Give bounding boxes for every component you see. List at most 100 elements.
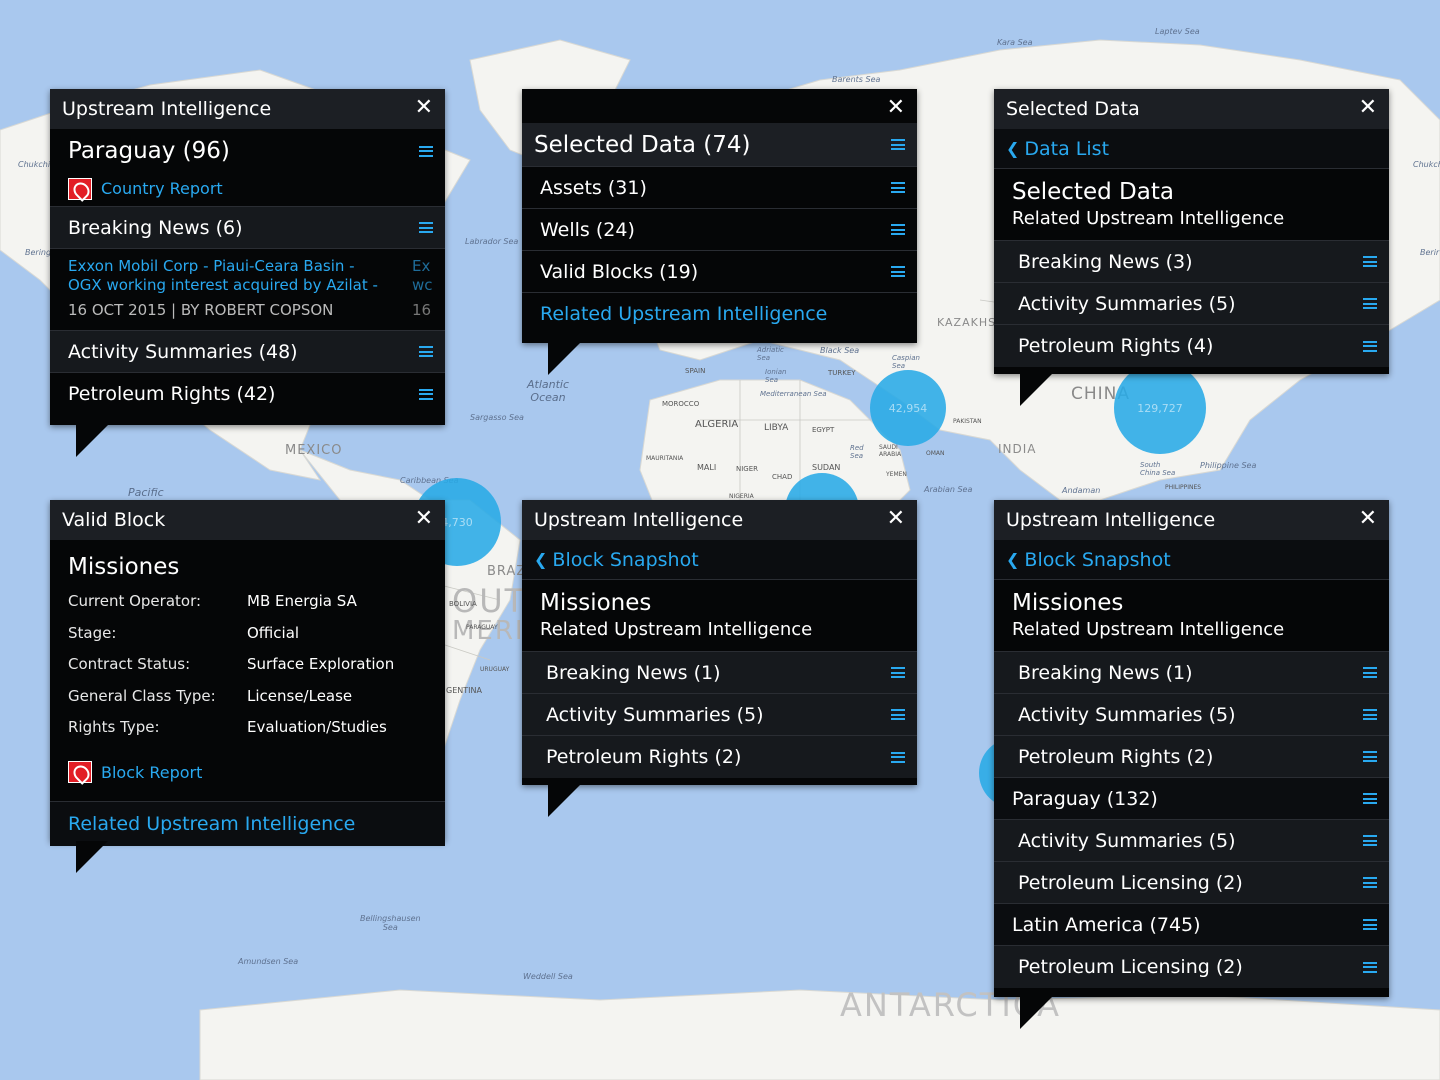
valid-block-panel: Valid Block ✕ Missiones Current Operator… <box>50 500 445 873</box>
breaking-news-row[interactable]: Breaking News (3) <box>994 241 1389 283</box>
detail-value: MB Energia SA <box>247 592 357 610</box>
chevron-left-icon: ❮ <box>534 550 548 569</box>
latin-america-label: Latin America (745) <box>1012 913 1201 936</box>
selected-data-title: Selected Data (74) <box>534 131 751 158</box>
menu-icon[interactable] <box>419 346 433 357</box>
back-link[interactable]: ❮ Data List <box>994 129 1389 169</box>
menu-icon[interactable] <box>891 667 905 678</box>
close-icon[interactable]: ✕ <box>887 95 905 120</box>
news-next-title[interactable]: Ex wc <box>412 257 433 295</box>
menu-icon[interactable] <box>891 182 905 193</box>
breaking-news-row[interactable]: Breaking News (1) <box>994 652 1389 694</box>
petroleum-rights-row[interactable]: Petroleum Rights (4) <box>994 325 1389 367</box>
petroleum-rights-row[interactable]: Petroleum Rights (2) <box>522 736 917 778</box>
menu-icon[interactable] <box>1363 298 1377 309</box>
map-label-spain: SPAIN <box>685 367 706 375</box>
back-link[interactable]: ❮ Block Snapshot <box>994 540 1389 580</box>
callout-pointer <box>1020 374 1052 406</box>
paraguay-licensing-label: Petroleum Licensing (2) <box>1018 871 1243 894</box>
news-next-meta: 16 <box>412 301 432 319</box>
close-icon[interactable]: ✕ <box>415 506 433 531</box>
country-title-row[interactable]: Paraguay (96) <box>50 131 445 171</box>
back-link[interactable]: ❮ Block Snapshot <box>522 540 917 580</box>
map-label-south-china-sea: South China Sea <box>1140 461 1176 477</box>
selected-data-detail-panel: Selected Data ✕ ❮ Data List Selected Dat… <box>994 89 1389 406</box>
selected-data-title-row[interactable]: Selected Data (74) <box>522 123 917 167</box>
menu-icon[interactable] <box>1363 709 1377 720</box>
petroleum-rights-row[interactable]: Petroleum Rights (42) <box>50 373 445 415</box>
menu-icon[interactable] <box>1363 340 1377 352</box>
related-intelligence-link[interactable]: Related Upstream Intelligence <box>50 801 445 846</box>
menu-icon[interactable] <box>1363 961 1377 973</box>
section-title: Missiones <box>540 590 652 616</box>
close-icon[interactable]: ✕ <box>415 95 433 120</box>
menu-icon[interactable] <box>891 139 905 150</box>
menu-icon[interactable] <box>1363 877 1377 888</box>
latin-licensing-row[interactable]: Petroleum Licensing (2) <box>994 946 1389 988</box>
menu-icon[interactable] <box>419 388 433 400</box>
map-cluster[interactable]: 129,727 <box>1114 362 1206 454</box>
close-icon[interactable]: ✕ <box>1359 95 1377 120</box>
upstream-intelligence-panel: Upstream Intelligence ✕ Paraguay (96) Co… <box>50 89 445 457</box>
map-label-pakistan: PAKISTAN <box>953 418 982 425</box>
map-label-niger: NIGER <box>736 465 759 473</box>
map-label-amundsen-sea: Amundsen Sea <box>238 957 299 966</box>
callout-pointer <box>548 785 580 817</box>
menu-icon[interactable] <box>1363 835 1377 846</box>
country-report-link[interactable]: Country Report <box>68 177 223 200</box>
menu-icon[interactable] <box>891 266 905 277</box>
map-label-yemen: YEMEN <box>886 471 907 478</box>
close-icon[interactable]: ✕ <box>1359 506 1377 531</box>
menu-icon[interactable] <box>891 224 905 235</box>
news-item[interactable]: Exxon Mobil Corp - Piaui-Ceara Basin - O… <box>50 249 445 331</box>
detail-row: Contract Status: Surface Exploration <box>50 649 445 681</box>
close-icon[interactable]: ✕ <box>887 506 905 531</box>
callout-pointer <box>76 425 108 457</box>
breaking-news-row[interactable]: Breaking News (6) <box>50 207 445 249</box>
activity-summaries-row[interactable]: Activity Summaries (5) <box>994 283 1389 325</box>
latin-america-row[interactable]: Latin America (745) <box>994 904 1389 946</box>
panel-header: Upstream Intelligence ✕ <box>522 500 917 540</box>
map-label-labrador-sea: Labrador Sea <box>465 237 519 246</box>
valid-blocks-row[interactable]: Valid Blocks (19) <box>522 251 917 293</box>
map-label-oman: OMAN <box>926 450 945 457</box>
menu-icon[interactable] <box>1363 256 1377 267</box>
menu-icon[interactable] <box>1363 793 1377 804</box>
back-link-label: Block Snapshot <box>552 548 699 571</box>
map-cluster[interactable]: 42,954 <box>870 370 946 446</box>
assets-row[interactable]: Assets (31) <box>522 167 917 209</box>
menu-icon[interactable] <box>891 751 905 763</box>
menu-icon[interactable] <box>1363 919 1377 930</box>
back-link-label: Data List <box>1024 137 1110 160</box>
petroleum-rights-row[interactable]: Petroleum Rights (2) <box>994 736 1389 778</box>
panel-header-title: Selected Data <box>1006 98 1140 120</box>
map-label-mediterranean-sea: Mediterranean Sea <box>760 390 827 398</box>
paraguay-activity-row[interactable]: Activity Summaries (5) <box>994 820 1389 862</box>
breaking-news-label: Breaking News (3) <box>1018 250 1193 273</box>
activity-summaries-row[interactable]: Activity Summaries (5) <box>522 694 917 736</box>
wells-row[interactable]: Wells (24) <box>522 209 917 251</box>
block-report-link[interactable]: Block Report <box>68 761 202 783</box>
callout-pointer <box>548 343 580 375</box>
pdf-icon <box>68 761 92 783</box>
related-intelligence-link[interactable]: Related Upstream Intelligence <box>522 293 917 335</box>
panel-header: ✕ <box>522 89 917 123</box>
paraguay-row[interactable]: Paraguay (132) <box>994 778 1389 820</box>
paraguay-licensing-row[interactable]: Petroleum Licensing (2) <box>994 862 1389 904</box>
country-report-label: Country Report <box>101 179 223 198</box>
menu-icon[interactable] <box>419 222 433 233</box>
menu-icon[interactable] <box>1363 751 1377 762</box>
map-label-chad: CHAD <box>772 473 793 481</box>
menu-icon[interactable] <box>1363 667 1377 678</box>
activity-summaries-row[interactable]: Activity Summaries (48) <box>50 331 445 373</box>
detail-label: Rights Type: <box>68 718 160 736</box>
map-label-kara-sea: Kara Sea <box>997 38 1033 47</box>
breaking-news-row[interactable]: Breaking News (1) <box>522 652 917 694</box>
menu-icon[interactable] <box>419 145 433 157</box>
detail-label: Contract Status: <box>68 655 191 673</box>
activity-summaries-row[interactable]: Activity Summaries (5) <box>994 694 1389 736</box>
section-title: Missiones <box>1012 590 1124 616</box>
menu-icon[interactable] <box>891 709 905 720</box>
news-title[interactable]: Exxon Mobil Corp - Piaui-Ceara Basin - O… <box>68 257 388 295</box>
valid-blocks-label: Valid Blocks (19) <box>540 260 699 283</box>
